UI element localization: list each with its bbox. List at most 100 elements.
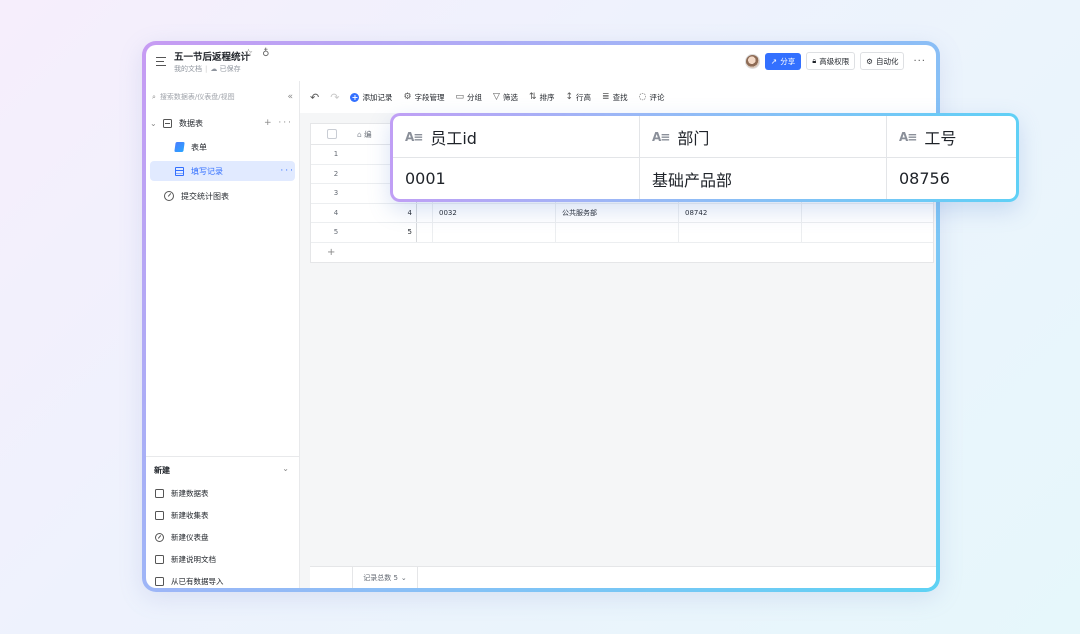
chevron-down-icon[interactable]: ⌄ [150,119,160,128]
automation-button[interactable]: ⚙ 自动化 [860,52,905,70]
filter-icon: ▽ [493,92,500,102]
cell[interactable] [556,223,679,242]
avatar[interactable] [744,53,760,69]
new-form-item[interactable]: 新建收集表 [154,507,209,523]
new-dashboard-item[interactable]: 新建仪表盘 [154,529,209,545]
callout-column: A≡ 部门 基础产品部 [640,116,887,199]
cell[interactable]: 08742 [679,203,802,222]
new-table-item[interactable]: 新建数据表 [154,485,209,501]
chevron-down-icon[interactable]: ⌄ [282,464,289,473]
import-icon [154,576,164,586]
doc-breadcrumb: 我的文档 | ☁ 已保存 [174,65,241,73]
toolbar: ↶ ↷ + 添加记录 ⚙ 字段管理 ▭ 分组 ▽ 筛选 ⇅ 排序 ↕ 行高 ≣ … [300,81,936,113]
sidebar-item-records[interactable]: 填写记录 ··· [150,161,295,181]
column-header[interactable]: A≡ 员工id [393,116,639,158]
search-icon: ⌕ [152,92,156,101]
column-header[interactable]: A≡ 工号 [887,116,1016,158]
undo-icon[interactable]: ↶ [310,91,319,104]
top-bar: 五一节后返程统计 ☆ ♁ 我的文档 | ☁ 已保存 ↗ 分享 🔒︎ 高级权限 ⚙ 自… [146,45,936,81]
column-header[interactable]: ⌂ 编 [357,129,372,140]
new-item-label: 新建收集表 [171,510,209,520]
breadcrumb-location[interactable]: 我的文档 [174,65,202,73]
cell-blank [417,203,433,222]
new-item-label: 新建数据表 [171,488,209,498]
star-bell-icons[interactable]: ☆ ♁ [244,48,272,59]
text-field-icon: A≡ [652,129,670,144]
group-button[interactable]: ▭ 分组 [456,92,483,103]
cell[interactable]: 0032 [433,203,556,222]
new-section: 新建 ⌄ 新建数据表 新建收集表 新建仪表盘 新建说明文档 从已有数据导入 [146,456,299,586]
cell[interactable]: 公共服务部 [556,203,679,222]
comment-button[interactable]: ◌ 评论 [639,92,665,103]
column-header-label: 工号 [924,128,957,148]
new-section-title: 新建 [154,466,170,475]
dashboard-icon [164,191,174,201]
cell[interactable]: 08756 [887,158,1016,199]
cell[interactable]: 基础产品部 [640,158,886,199]
sidebar-item-label: 数据表 [179,118,203,128]
group-label: 分组 [467,92,483,102]
sidebar-item-table[interactable]: ⌄ 数据表 + ··· [150,113,293,133]
share-button[interactable]: ↗ 分享 [764,52,802,70]
dashboard-icon [154,532,164,542]
zoom-callout: A≡ 员工id 0001 A≡ 部门 基础产品部 A≡ 工号 08756 [390,113,1019,202]
more-icon[interactable]: ··· [280,166,295,176]
add-record-button[interactable]: + 添加记录 [350,92,392,103]
cell-id[interactable]: 5 [353,223,417,242]
new-item-label: 新建说明文档 [171,554,216,564]
row-height-label: 行高 [576,92,592,102]
form-icon [154,510,164,520]
sidebar: ⌕ 搜索数据表/仪表盘/视图 « ⌄ 数据表 + ··· 表单 填写记录 ··· [146,81,300,588]
callout-table: A≡ 员工id 0001 A≡ 部门 基础产品部 A≡ 工号 08756 [393,116,1016,199]
comment-icon: ◌ [638,92,647,102]
sidebar-item-label: 填写记录 [191,166,223,176]
redo-icon[interactable]: ↷ [330,91,339,104]
search-icon: ≣ [602,92,610,102]
field-manage-label: 字段管理 [414,92,445,102]
record-count[interactable]: 记录总数 5 ⌄ [352,567,418,588]
sidebar-item-dashboard[interactable]: 提交统计图表 [150,186,293,206]
search-placeholder: 搜索数据表/仪表盘/视图 [159,93,235,101]
automation-label: 自动化 [875,56,899,66]
record-count-label: 记录总数 5 [363,574,398,582]
chevron-down-icon: ⌄ [400,574,407,582]
sidebar-item-label: 提交统计图表 [181,191,229,201]
cell[interactable]: 0001 [393,158,639,199]
cell[interactable] [433,223,556,242]
table-row[interactable]: 4 4 0032 公共服务部 08742 [311,203,933,223]
add-more-icons[interactable]: + ··· [264,118,293,128]
field-manage-button[interactable]: ⚙ 字段管理 [403,92,444,103]
form-icon [173,142,185,152]
doc-title[interactable]: 五一节后返程统计 [174,49,250,63]
sort-button[interactable]: ⇅ 排序 [529,92,555,103]
search-button[interactable]: ≣ 查找 [602,92,628,103]
new-item-label: 新建仪表盘 [171,532,209,542]
select-all-checkbox[interactable] [327,129,337,139]
permission-button[interactable]: 🔒︎ 高级权限 [806,52,856,70]
column-header[interactable]: A≡ 部门 [640,116,886,158]
cell-blank [417,223,433,242]
table-row[interactable]: 5 5 [311,223,933,243]
menu-icon[interactable] [156,57,168,67]
row-index: 5 [333,228,339,237]
search-label: 查找 [612,92,628,102]
collapse-sidebar-icon[interactable]: « [287,92,293,102]
filter-button[interactable]: ▽ 筛选 [493,92,518,103]
doc-icon [154,554,164,564]
add-record-label: 添加记录 [362,92,393,102]
row-index: 2 [333,169,339,178]
new-doc-item[interactable]: 新建说明文档 [154,551,216,567]
import-item[interactable]: 从已有数据导入 [154,573,224,588]
add-row-button[interactable]: + [311,243,933,262]
sidebar-search[interactable]: ⌕ 搜索数据表/仪表盘/视图 « [152,89,293,105]
sidebar-item-form[interactable]: 表单 [150,137,293,157]
more-icon[interactable]: ··· [909,56,930,67]
row-height-button[interactable]: ↕ 行高 [566,92,592,103]
lock-icon: 🔒︎ [812,56,817,65]
cell-id[interactable]: 4 [353,203,417,222]
plus-icon: + [350,92,360,102]
folder-icon: ▭ [455,92,465,102]
cell[interactable] [679,223,802,242]
text-field-icon: A≡ [899,129,917,144]
text-field-icon: A≡ [405,129,423,144]
